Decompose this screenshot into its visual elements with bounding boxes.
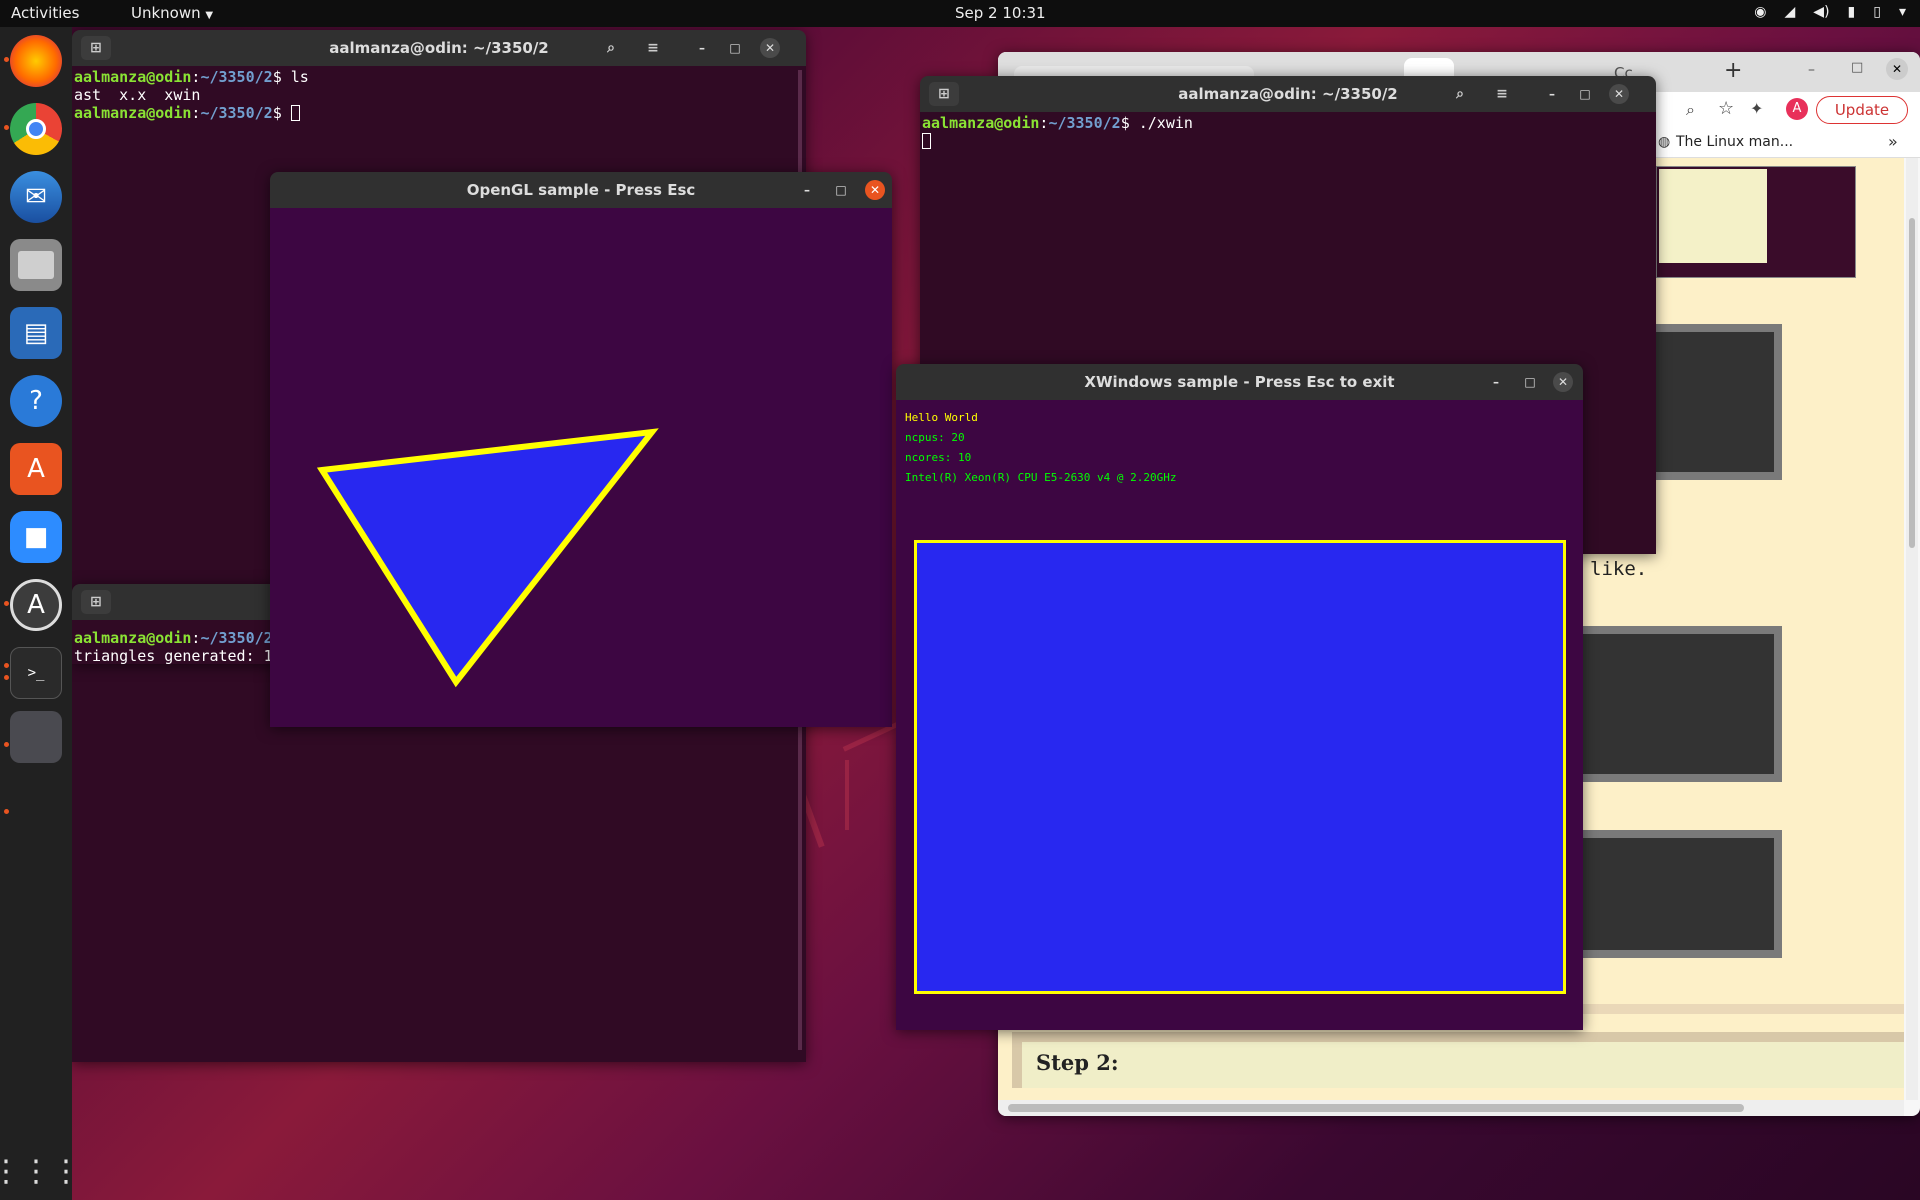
chevron-right-icon[interactable]: » [1888, 132, 1898, 151]
terminal-icon[interactable]: >_ [10, 647, 62, 699]
titlebar[interactable]: OpenGL sample - Press Esc – □ ✕ [270, 172, 892, 208]
close-icon[interactable]: ✕ [1553, 372, 1573, 392]
wifi-icon[interactable]: ◢ [1785, 4, 1796, 20]
prompt-line: aalmanza@odin:~/3350/2$ [74, 104, 804, 122]
chevron-down-icon: ▼ [205, 10, 214, 21]
maximize-icon[interactable]: □ [831, 180, 851, 200]
hamburger-menu-icon[interactable]: ≡ [1487, 82, 1517, 106]
step-box: Step 2: [1012, 1032, 1904, 1088]
zoom-icon[interactable]: ■ [10, 511, 62, 563]
prompt-line: aalmanza@odin:~/3350/2 [74, 629, 273, 647]
clock[interactable]: Sep 2 10:31 [955, 4, 1046, 23]
minimize-icon[interactable]: – [692, 38, 712, 58]
power-menu-icon[interactable]: ▾ [1899, 4, 1906, 20]
maximize-icon[interactable]: □ [725, 38, 745, 58]
horizontal-scrollbar[interactable] [998, 1100, 1904, 1116]
top-bar: Activities Unknown ▼ Sep 2 10:31 ◉ ◢ ◀) … [0, 0, 1920, 27]
extensions-icon[interactable]: ✦ [1750, 99, 1763, 118]
minimize-icon[interactable]: – [797, 180, 817, 200]
minimize-icon[interactable]: – [1486, 372, 1506, 392]
hello-text: Hello World [905, 411, 978, 424]
writer-icon[interactable]: ▤ [10, 307, 62, 359]
microphone-icon[interactable]: ▮ [1848, 4, 1856, 20]
update-button[interactable]: Update [1816, 96, 1908, 124]
running-indicator [4, 57, 9, 62]
blue-rectangle [914, 540, 1566, 994]
battery-icon[interactable]: ▯ [1873, 4, 1881, 20]
running-indicator [4, 742, 9, 747]
ncores-text: ncores: 10 [905, 451, 972, 464]
running-indicator [4, 125, 9, 130]
chrome-icon[interactable] [10, 103, 62, 155]
step-heading: Step 2: [1036, 1050, 1119, 1075]
app-menu[interactable]: Unknown ▼ [131, 4, 213, 25]
updater-icon[interactable]: A [10, 579, 62, 631]
thunderbird-icon[interactable]: ✉ [10, 171, 62, 223]
close-icon[interactable]: ✕ [1886, 58, 1908, 80]
output-line: triangles generated: 1 [74, 647, 273, 664]
show-apps-icon[interactable]: ⋮⋮⋮ [0, 1145, 81, 1197]
text-cursor [290, 105, 300, 121]
titlebar[interactable]: ⊞ aalmanza@odin: ~/3350/2 ⌕ ≡ – □ ✕ [72, 30, 806, 66]
terminal-output[interactable]: aalmanza@odin:~/3350/2 triangles generate… [72, 620, 302, 664]
volume-icon[interactable]: ◀) [1813, 4, 1829, 20]
files-icon[interactable] [10, 239, 62, 291]
hamburger-menu-icon[interactable]: ≡ [638, 36, 668, 60]
bookmark-icon[interactable]: ◍ [1658, 134, 1670, 150]
zoom-icon[interactable]: ⌕ [1686, 100, 1695, 120]
dock: ✉ ▤ ? A ■ A >_ ⋮⋮⋮ [0, 27, 81, 1200]
new-tab-icon[interactable]: ⊞ [81, 590, 111, 614]
star-icon[interactable]: ☆ [1718, 98, 1734, 119]
terminal-window-small[interactable]: ⊞ aalmanza@odin:~/3350/2 triangles genera… [72, 584, 302, 664]
maximize-icon[interactable]: □ [1575, 84, 1595, 104]
close-icon[interactable]: ✕ [1609, 84, 1629, 104]
window-title: XWindows sample - Press Esc to exit [1084, 373, 1395, 391]
bookmark-link[interactable]: The Linux man... [1676, 134, 1793, 150]
running-indicator [4, 601, 9, 606]
discord-tray-icon[interactable]: ◉ [1754, 4, 1766, 20]
cpu-model-text: Intel(R) Xeon(R) CPU E5-2630 v4 @ 2.20GH… [905, 471, 1177, 484]
software-icon[interactable]: A [10, 443, 62, 495]
wallpaper-line [845, 760, 849, 830]
maximize-icon[interactable]: □ [1851, 60, 1863, 75]
minimize-icon[interactable]: – [1808, 62, 1815, 78]
maximize-icon[interactable]: □ [1520, 372, 1540, 392]
xwindows-window[interactable]: XWindows sample - Press Esc to exit – □ … [896, 364, 1583, 1030]
opengl-canvas[interactable] [270, 208, 892, 727]
thumbnail-image [1656, 166, 1856, 278]
help-icon[interactable]: ? [10, 375, 62, 427]
activities-button[interactable]: Activities [11, 4, 79, 23]
page-text: like. [1590, 558, 1648, 580]
avatar[interactable]: A [1786, 98, 1808, 120]
search-icon[interactable]: ⌕ [596, 36, 626, 60]
ncpus-text: ncpus: 20 [905, 431, 965, 444]
active-window-slot[interactable] [10, 711, 62, 763]
running-indicator [4, 809, 9, 814]
close-icon[interactable]: ✕ [760, 38, 780, 58]
firefox-icon[interactable] [10, 35, 62, 87]
running-indicator [4, 663, 9, 668]
new-tab-icon[interactable]: + [1724, 58, 1742, 83]
close-icon[interactable]: ✕ [865, 180, 885, 200]
titlebar[interactable]: ⊞ aalmanza@odin: ~/3350/2 ⌕ ≡ – □ ✕ [920, 76, 1656, 112]
minimize-icon[interactable]: – [1542, 84, 1562, 104]
search-icon[interactable]: ⌕ [1445, 82, 1475, 106]
titlebar[interactable]: ⊞ [72, 584, 302, 620]
app-menu-label: Unknown [131, 4, 201, 22]
xwindows-canvas[interactable]: Hello World ncpus: 20 ncores: 10 Intel(R… [896, 400, 1583, 1030]
opengl-window[interactable]: OpenGL sample - Press Esc – □ ✕ [270, 172, 892, 727]
prompt-line: aalmanza@odin:~/3350/2$ ./xwin [922, 114, 1193, 132]
running-indicator [4, 675, 9, 680]
prompt-line: aalmanza@odin:~/3350/2$ ls [74, 68, 309, 86]
output-line: ast x.x xwin [74, 86, 201, 104]
text-cursor [922, 133, 931, 149]
titlebar[interactable]: XWindows sample - Press Esc to exit – □ … [896, 364, 1583, 400]
vertical-scrollbar[interactable] [1906, 158, 1918, 1100]
